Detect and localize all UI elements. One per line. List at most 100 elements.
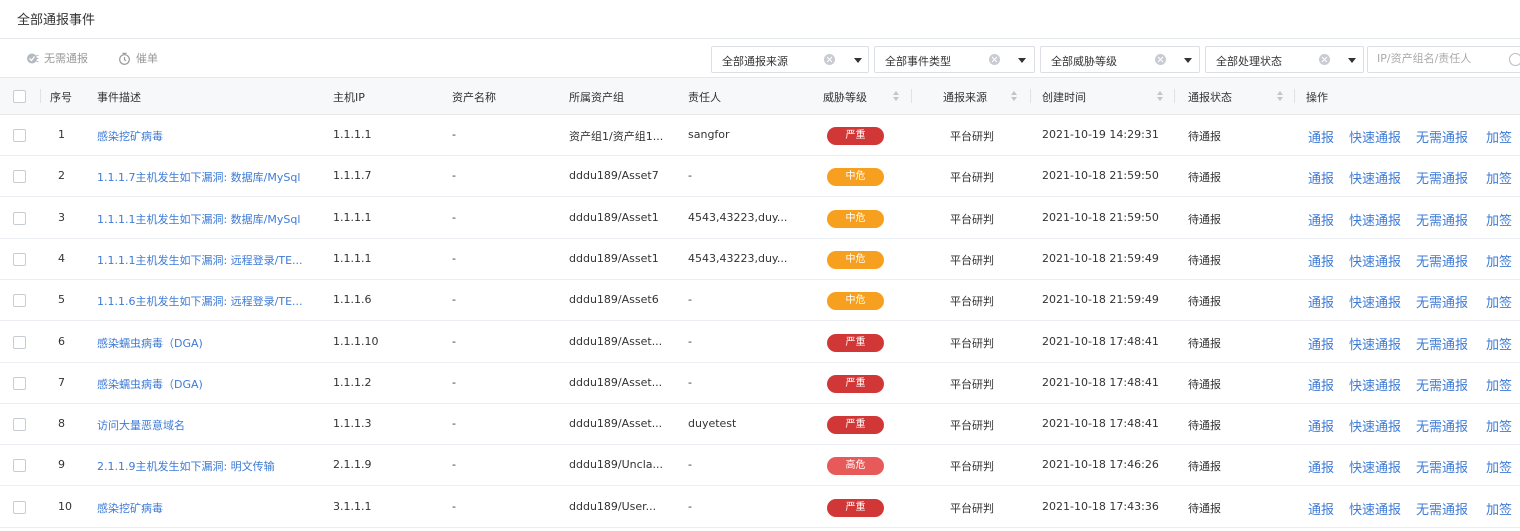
- page-title: 全部通报事件: [17, 13, 96, 28]
- quick-report-link[interactable]: 快速通报: [1349, 210, 1401, 229]
- clear-icon[interactable]: [989, 54, 1000, 65]
- sort-icon[interactable]: [1277, 91, 1283, 101]
- created-time: 2021-10-18 21:59:49: [1042, 293, 1159, 306]
- host-ip: 3.1.1.1: [333, 500, 372, 513]
- search-input[interactable]: [1377, 52, 1507, 65]
- table-row[interactable]: 7 感染蠕虫病毒（DGA) 1.1.1.2 - dddu189/Asset... - 平台研…: [0, 363, 1520, 404]
- quick-report-link[interactable]: 快速通报: [1349, 127, 1401, 146]
- event-description-link[interactable]: 1.1.1.7主机发生如下漏洞: 数据库/MySql: [97, 169, 319, 185]
- row-index: 6: [58, 335, 65, 348]
- caret-down-icon: [1184, 58, 1192, 63]
- add-tag-link[interactable]: 加签: [1486, 127, 1512, 146]
- add-tag-link[interactable]: 加签: [1486, 168, 1512, 187]
- row-checkbox[interactable]: [13, 336, 26, 349]
- report-link[interactable]: 通报: [1308, 210, 1334, 229]
- created-time: 2021-10-18 17:46:26: [1042, 458, 1159, 471]
- quick-report-link[interactable]: 快速通报: [1349, 251, 1401, 270]
- threat-level-badge: 严重: [827, 375, 884, 393]
- sort-icon[interactable]: [1011, 91, 1017, 101]
- quick-report-link[interactable]: 快速通报: [1349, 168, 1401, 187]
- no-report-link[interactable]: 无需通报: [1416, 499, 1468, 518]
- report-link[interactable]: 通报: [1308, 499, 1334, 518]
- row-checkbox[interactable]: [13, 170, 26, 183]
- quick-report-link[interactable]: 快速通报: [1349, 292, 1401, 311]
- search-box[interactable]: [1367, 46, 1520, 73]
- event-description-link[interactable]: 1.1.1.1主机发生如下漏洞: 数据库/MySql: [97, 211, 319, 227]
- add-tag-link[interactable]: 加签: [1486, 292, 1512, 311]
- event-description-link[interactable]: 感染蠕虫病毒（DGA): [97, 335, 319, 351]
- add-tag-link[interactable]: 加签: [1486, 375, 1512, 394]
- report-link[interactable]: 通报: [1308, 375, 1334, 394]
- report-link[interactable]: 通报: [1308, 251, 1334, 270]
- threat-level-badge: 严重: [827, 499, 884, 517]
- row-checkbox[interactable]: [13, 377, 26, 390]
- report-link[interactable]: 通报: [1308, 416, 1334, 435]
- add-tag-link[interactable]: 加签: [1486, 251, 1512, 270]
- report-link[interactable]: 通报: [1308, 334, 1334, 353]
- clear-icon[interactable]: [1319, 54, 1330, 65]
- no-report-link[interactable]: 无需通报: [1416, 251, 1468, 270]
- report-status: 待通报: [1188, 502, 1221, 515]
- add-tag-link[interactable]: 加签: [1486, 334, 1512, 353]
- event-description-link[interactable]: 感染挖矿病毒: [97, 128, 319, 144]
- add-tag-link[interactable]: 加签: [1486, 416, 1512, 435]
- table-row[interactable]: 1 感染挖矿病毒 1.1.1.1 - 资产组1/资产组1... sangfor 平台研判 20…: [0, 115, 1520, 156]
- remind-button[interactable]: 催单: [118, 50, 158, 66]
- no-report-button[interactable]: 无需通报: [26, 50, 88, 66]
- row-checkbox[interactable]: [13, 501, 26, 514]
- report-source: 平台研判: [950, 213, 994, 226]
- event-description-link[interactable]: 1.1.1.1主机发生如下漏洞: 远程登录/TE...: [97, 252, 319, 268]
- quick-report-link[interactable]: 快速通报: [1349, 416, 1401, 435]
- row-checkbox[interactable]: [13, 212, 26, 225]
- event-description-link[interactable]: 2.1.1.9主机发生如下漏洞: 明文传输: [97, 458, 319, 474]
- table-row[interactable]: 3 1.1.1.1主机发生如下漏洞: 数据库/MySql 1.1.1.1 - dddu1…: [0, 198, 1520, 239]
- no-report-link[interactable]: 无需通报: [1416, 416, 1468, 435]
- no-report-link[interactable]: 无需通报: [1416, 168, 1468, 187]
- quick-report-link[interactable]: 快速通报: [1349, 457, 1401, 476]
- table-row[interactable]: 6 感染蠕虫病毒（DGA) 1.1.1.10 - dddu189/Asset... - 平台…: [0, 322, 1520, 363]
- filter-event-type[interactable]: 全部事件类型: [874, 46, 1035, 73]
- table-row[interactable]: 9 2.1.1.9主机发生如下漏洞: 明文传输 2.1.1.9 - dddu189/Un…: [0, 445, 1520, 486]
- clear-icon[interactable]: [1155, 54, 1166, 65]
- row-checkbox[interactable]: [13, 129, 26, 142]
- event-description-link[interactable]: 访问大量恶意域名: [97, 417, 319, 433]
- quick-report-link[interactable]: 快速通报: [1349, 375, 1401, 394]
- row-checkbox[interactable]: [13, 294, 26, 307]
- report-link[interactable]: 通报: [1308, 127, 1334, 146]
- select-all-checkbox[interactable]: [13, 90, 26, 103]
- table-row[interactable]: 2 1.1.1.7主机发生如下漏洞: 数据库/MySql 1.1.1.7 - dddu1…: [0, 156, 1520, 197]
- no-report-link[interactable]: 无需通报: [1416, 375, 1468, 394]
- table-row[interactable]: 5 1.1.1.6主机发生如下漏洞: 远程登录/TE... 1.1.1.6 - dddu…: [0, 280, 1520, 321]
- sort-icon[interactable]: [1157, 91, 1163, 101]
- event-description-link[interactable]: 感染蠕虫病毒（DGA): [97, 376, 319, 392]
- row-checkbox[interactable]: [13, 253, 26, 266]
- table-row[interactable]: 8 访问大量恶意域名 1.1.1.3 - dddu189/Asset... duyetes…: [0, 404, 1520, 445]
- row-checkbox[interactable]: [13, 418, 26, 431]
- table-row[interactable]: 4 1.1.1.1主机发生如下漏洞: 远程登录/TE... 1.1.1.1 - dddu…: [0, 239, 1520, 280]
- table-row[interactable]: 10 感染挖矿病毒 3.1.1.1 - dddu189/User... - 平台研判 2021…: [0, 487, 1520, 528]
- filter-handle-status[interactable]: 全部处理状态: [1205, 46, 1364, 73]
- host-ip: 1.1.1.1: [333, 211, 372, 224]
- add-tag-link[interactable]: 加签: [1486, 499, 1512, 518]
- no-report-link[interactable]: 无需通报: [1416, 210, 1468, 229]
- event-description-link[interactable]: 1.1.1.6主机发生如下漏洞: 远程登录/TE...: [97, 293, 319, 309]
- no-report-link[interactable]: 无需通报: [1416, 127, 1468, 146]
- add-tag-link[interactable]: 加签: [1486, 457, 1512, 476]
- filter-threat-level[interactable]: 全部威胁等级: [1040, 46, 1200, 73]
- quick-report-link[interactable]: 快速通报: [1349, 334, 1401, 353]
- no-report-link[interactable]: 无需通报: [1416, 334, 1468, 353]
- filter-report-source[interactable]: 全部通报来源: [711, 46, 869, 73]
- event-description-link[interactable]: 感染挖矿病毒: [97, 500, 319, 516]
- report-link[interactable]: 通报: [1308, 457, 1334, 476]
- search-icon[interactable]: [1509, 53, 1520, 66]
- asset-name: -: [452, 293, 456, 306]
- clear-icon[interactable]: [824, 54, 835, 65]
- report-link[interactable]: 通报: [1308, 168, 1334, 187]
- add-tag-link[interactable]: 加签: [1486, 210, 1512, 229]
- report-link[interactable]: 通报: [1308, 292, 1334, 311]
- no-report-link[interactable]: 无需通报: [1416, 457, 1468, 476]
- quick-report-link[interactable]: 快速通报: [1349, 499, 1401, 518]
- no-report-link[interactable]: 无需通报: [1416, 292, 1468, 311]
- row-checkbox[interactable]: [13, 459, 26, 472]
- sort-icon[interactable]: [893, 91, 899, 101]
